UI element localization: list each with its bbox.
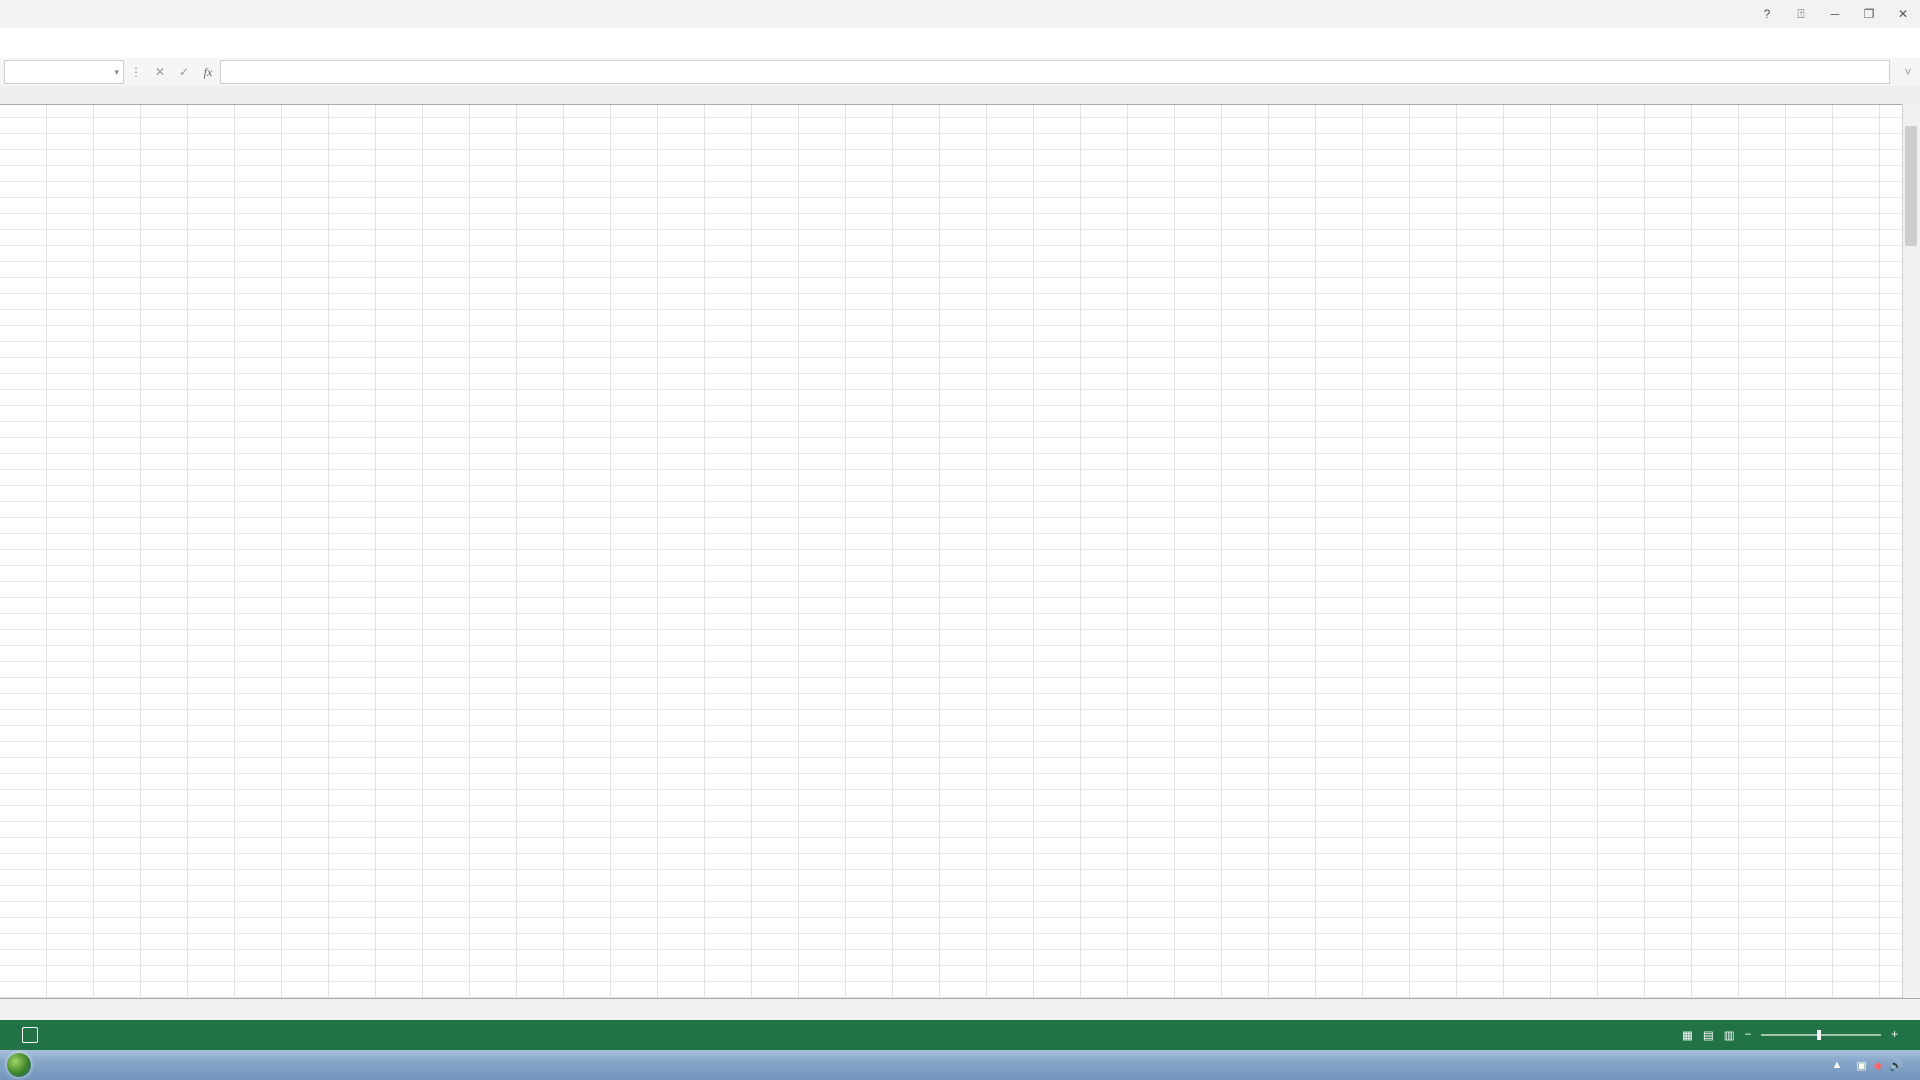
cancel-icon[interactable]: ✕	[148, 58, 172, 86]
ribbon-display-icon[interactable]: ⍐	[1784, 0, 1818, 28]
macro-record-icon[interactable]	[22, 1027, 38, 1043]
view-normal-icon[interactable]: ▦	[1682, 1028, 1693, 1042]
fx-icon[interactable]: fx	[196, 58, 220, 86]
tray-arrow-icon[interactable]: ▲	[1832, 1059, 1843, 1071]
zoom-in-icon[interactable]: +	[1891, 1029, 1898, 1041]
minimize-icon[interactable]: ─	[1818, 0, 1852, 28]
enter-icon[interactable]: ✓	[172, 58, 196, 86]
vertical-scrollbar[interactable]	[1902, 104, 1920, 998]
status-bar: ▦ ▤ ▥ − +	[0, 1020, 1920, 1050]
zoom-out-icon[interactable]: −	[1745, 1029, 1752, 1041]
title-bar: ? ⍐ ─ ❐ ✕	[0, 0, 1920, 29]
column-headers[interactable]	[0, 86, 1920, 105]
start-button[interactable]	[2, 1051, 36, 1079]
tray-icon-1[interactable]: ▣	[1856, 1059, 1866, 1072]
divider: ⋮	[124, 58, 148, 86]
system-tray: ▲ ▣ ◆ 🔊	[1832, 1050, 1920, 1080]
grid-cells	[0, 104, 1920, 998]
view-layout-icon[interactable]: ▤	[1703, 1028, 1714, 1042]
formula-bar: ▾ ⋮ ✕ ✓ fx ˅	[0, 58, 1920, 87]
close-icon[interactable]: ✕	[1886, 0, 1920, 28]
sheet-tab-strip	[0, 998, 1920, 1021]
window-buttons: ? ⍐ ─ ❐ ✕	[1750, 0, 1920, 28]
tray-icon-2[interactable]: ◆	[1874, 1059, 1882, 1072]
view-pagebreak-icon[interactable]: ▥	[1724, 1028, 1735, 1042]
windows-taskbar: ▲ ▣ ◆ 🔊	[0, 1050, 1920, 1080]
quick-access-toolbar	[0, 0, 1920, 24]
scrollbar-thumb[interactable]	[1905, 126, 1917, 246]
formula-bar-expand-icon[interactable]: ˅	[1896, 58, 1920, 86]
excel-window: ? ⍐ ─ ❐ ✕ ▾ ⋮ ✕ ✓ fx ˅ ▦ ▤ ▥ −	[0, 0, 1920, 1080]
name-box[interactable]: ▾	[4, 60, 124, 84]
zoom-slider[interactable]	[1761, 1034, 1881, 1036]
restore-icon[interactable]: ❐	[1852, 0, 1886, 28]
volume-icon[interactable]: 🔊	[1889, 1059, 1903, 1072]
ribbon-tab-strip	[0, 28, 1920, 59]
help-icon[interactable]: ?	[1750, 0, 1784, 28]
formula-input[interactable]	[220, 60, 1890, 84]
name-box-dropdown-icon[interactable]: ▾	[114, 67, 123, 78]
